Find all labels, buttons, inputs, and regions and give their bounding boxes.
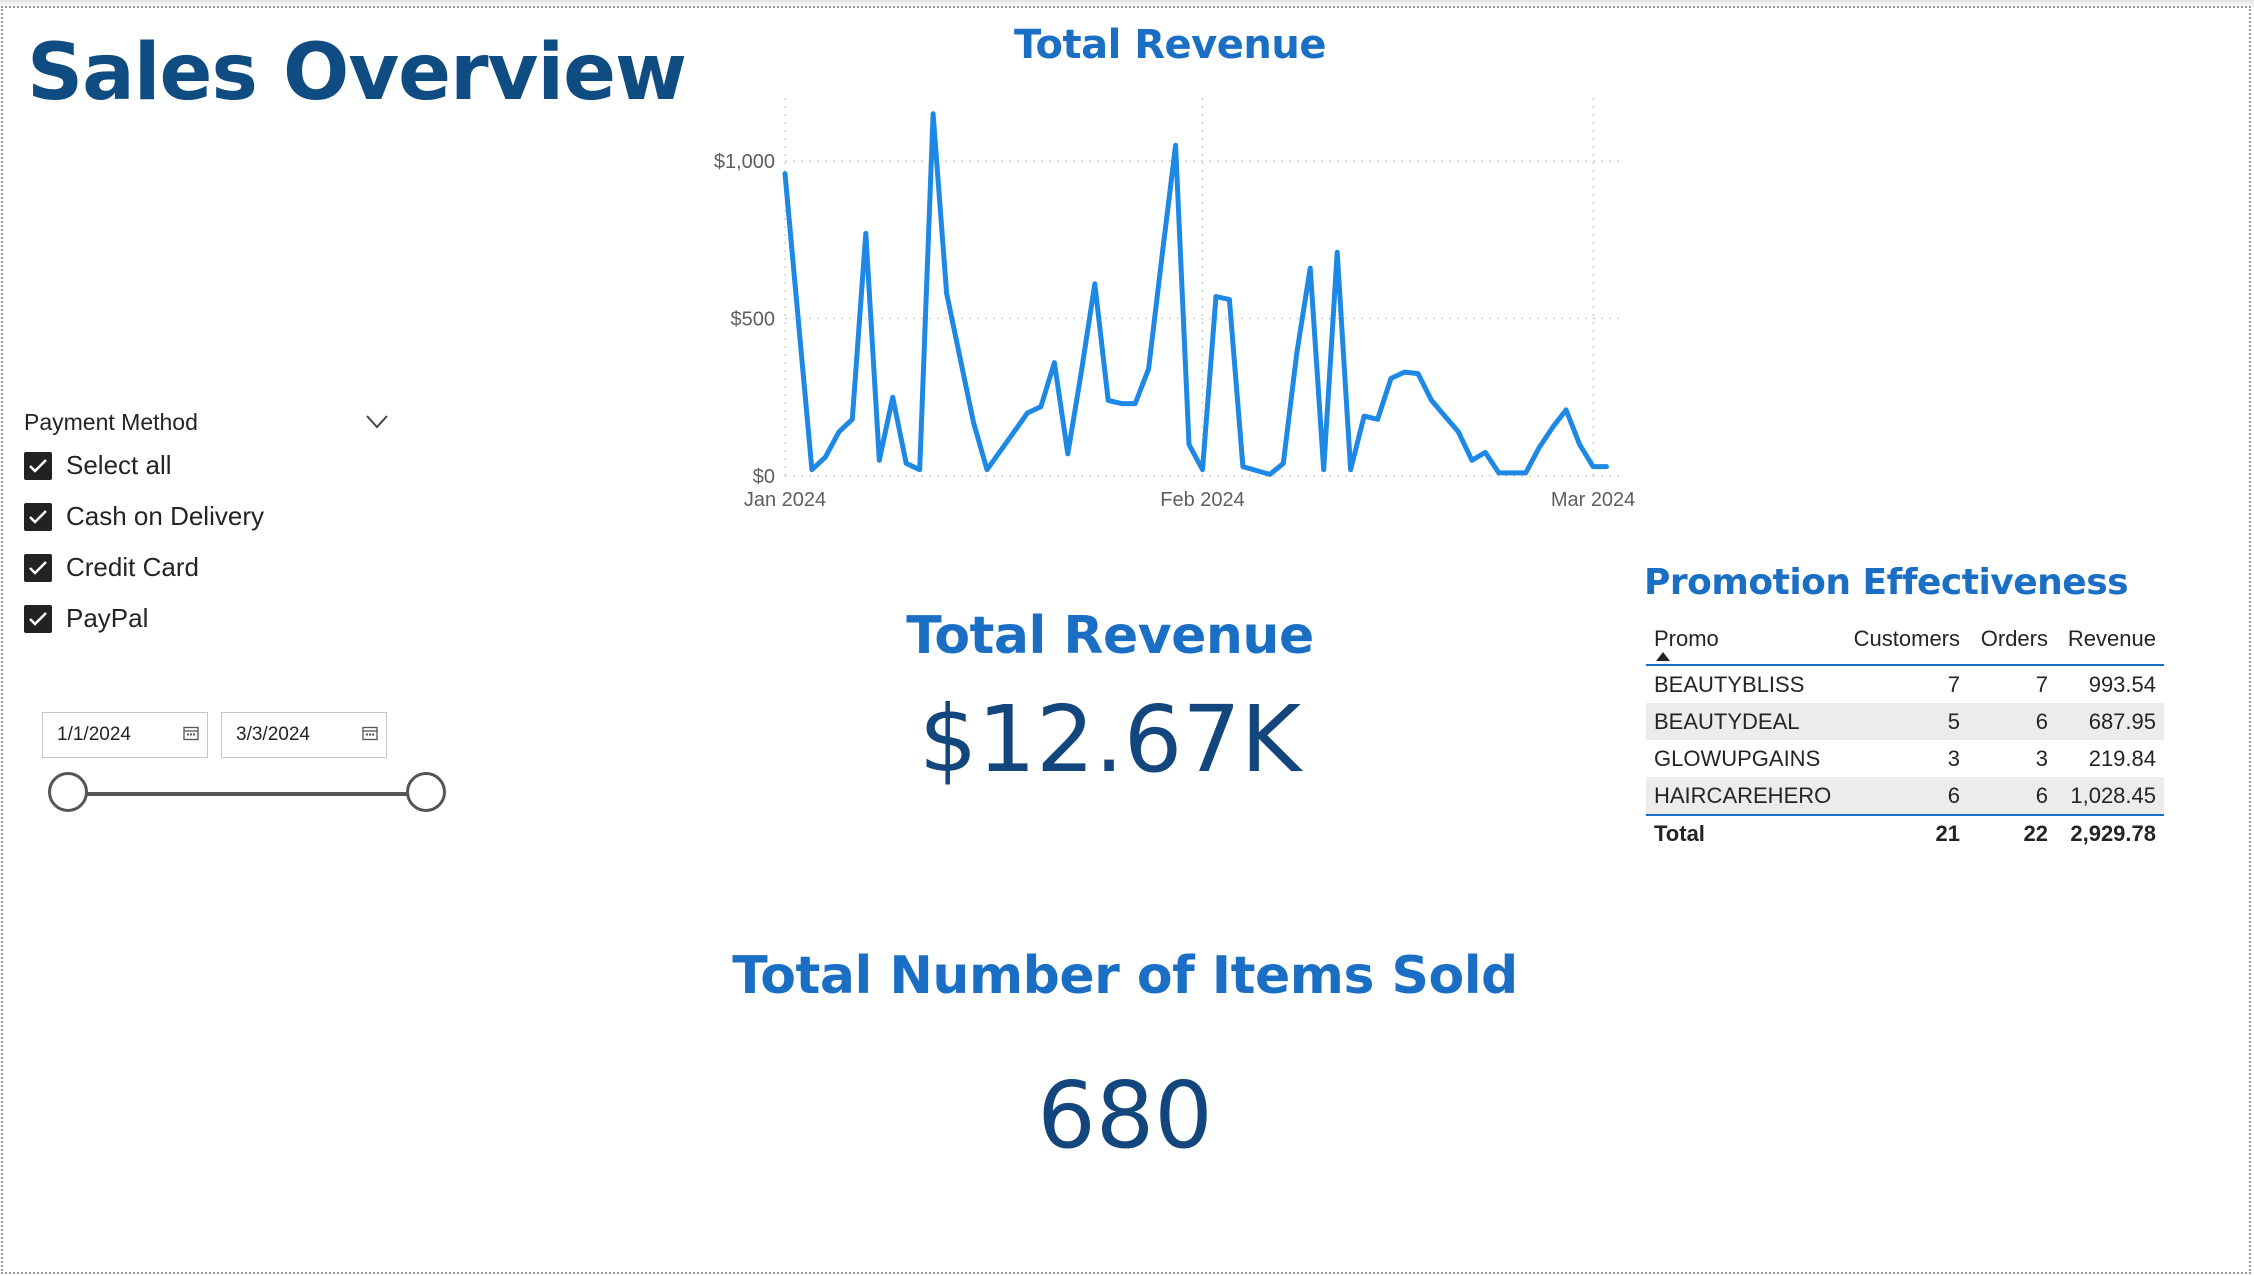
sort-ascending-icon[interactable] bbox=[1656, 652, 1670, 661]
column-header-customers[interactable]: Customers bbox=[1836, 620, 1968, 664]
calendar-icon[interactable] bbox=[362, 725, 378, 745]
cell-revenue: 1,028.45 bbox=[2070, 782, 2156, 808]
cell-promo: GLOWUPGAINS bbox=[1654, 745, 1821, 771]
cell-orders: 3 bbox=[2035, 745, 2048, 771]
page-title: Sales Overview bbox=[27, 28, 687, 118]
cell-customers: 5 bbox=[1947, 708, 1960, 734]
slicer-item-label: PayPal bbox=[66, 603, 149, 633]
y-tick-label: $500 bbox=[731, 309, 776, 331]
cell-revenue: 219.84 bbox=[2088, 745, 2156, 771]
y-tick-label: $0 bbox=[753, 466, 775, 488]
revenue-line-chart[interactable]: $0 $500 $1,000 Jan 2024 Feb 2024 Mar 2024 bbox=[660, 80, 1640, 520]
calendar-icon[interactable] bbox=[183, 725, 199, 745]
date-range-start-handle[interactable] bbox=[48, 772, 88, 812]
checkbox-checked-icon[interactable] bbox=[24, 604, 52, 633]
chevron-down-icon[interactable] bbox=[362, 407, 392, 437]
checkbox-checked-icon[interactable] bbox=[24, 553, 52, 582]
chart-title: Total Revenue bbox=[1014, 22, 1326, 68]
x-tick-label: Jan 2024 bbox=[744, 489, 826, 511]
cell-promo: BEAUTYDEAL bbox=[1654, 708, 1800, 734]
cell-orders: 6 bbox=[2035, 708, 2048, 734]
slicer-item-paypal[interactable]: PayPal bbox=[24, 593, 392, 644]
column-header-promo[interactable]: Promo bbox=[1646, 620, 1836, 664]
total-label: Total bbox=[1654, 821, 1705, 846]
table-row[interactable]: BEAUTYDEAL 5 6 687.95 bbox=[1646, 703, 2164, 740]
x-tick-label: Mar 2024 bbox=[1551, 489, 1636, 511]
table-header-row: Promo Customers Orders Revenue bbox=[1646, 620, 2164, 666]
slicer-title: Payment Method bbox=[24, 408, 198, 435]
table-row[interactable]: HAIRCAREHERO 6 6 1,028.45 bbox=[1646, 777, 2164, 814]
cell-promo: BEAUTYBLISS bbox=[1654, 671, 1805, 697]
column-header-revenue[interactable]: Revenue bbox=[2056, 620, 2164, 664]
y-tick-label: $1,000 bbox=[714, 151, 775, 173]
table-total-row: Total 21 22 2,929.78 bbox=[1646, 814, 2164, 852]
end-date-value: 3/3/2024 bbox=[236, 724, 310, 745]
revenue-card-label: Total Revenue bbox=[906, 606, 1314, 666]
start-date-value: 1/1/2024 bbox=[57, 724, 131, 745]
slicer-header[interactable]: Payment Method bbox=[24, 404, 392, 440]
cell-revenue: 993.54 bbox=[2088, 671, 2156, 697]
revenue-card-value: $12.67K bbox=[918, 686, 1302, 793]
checkbox-checked-icon[interactable] bbox=[24, 451, 52, 480]
slicer-item-label: Select all bbox=[66, 450, 172, 480]
revenue-series-line bbox=[782, 111, 1609, 477]
date-range-end-handle[interactable] bbox=[406, 772, 446, 812]
cell-orders: 6 bbox=[2035, 782, 2048, 808]
promotion-table: Promo Customers Orders Revenue BEAUTYBLI… bbox=[1646, 620, 2164, 852]
slicer-item-select-all[interactable]: Select all bbox=[24, 440, 392, 491]
total-revenue: 2,929.78 bbox=[2070, 821, 2156, 846]
payment-method-slicer: Payment Method Select all Cash on Delive… bbox=[24, 404, 392, 644]
cell-revenue: 687.95 bbox=[2088, 708, 2156, 734]
end-date-input[interactable]: 3/3/2024 bbox=[221, 712, 387, 758]
start-date-input[interactable]: 1/1/2024 bbox=[42, 712, 208, 758]
table-row[interactable]: GLOWUPGAINS 3 3 219.84 bbox=[1646, 740, 2164, 777]
table-title: Promotion Effectiveness bbox=[1644, 562, 2129, 603]
column-header-orders[interactable]: Orders bbox=[1968, 620, 2056, 664]
slicer-item-cash-on-delivery[interactable]: Cash on Delivery bbox=[24, 491, 392, 542]
slicer-item-credit-card[interactable]: Credit Card bbox=[24, 542, 392, 593]
cell-promo: HAIRCAREHERO bbox=[1654, 782, 1832, 808]
items-sold-card-value: 680 bbox=[1037, 1062, 1213, 1169]
cell-customers: 3 bbox=[1947, 745, 1960, 771]
checkbox-checked-icon[interactable] bbox=[24, 502, 52, 531]
slicer-item-label: Cash on Delivery bbox=[66, 501, 264, 531]
total-customers: 21 bbox=[1935, 821, 1960, 846]
slicer-item-label: Credit Card bbox=[66, 552, 199, 582]
total-orders: 22 bbox=[2023, 821, 2048, 846]
table-row[interactable]: BEAUTYBLISS 7 7 993.54 bbox=[1646, 666, 2164, 703]
items-sold-card-label: Total Number of Items Sold bbox=[732, 946, 1518, 1006]
cell-customers: 6 bbox=[1947, 782, 1960, 808]
cell-orders: 7 bbox=[2035, 671, 2048, 697]
x-tick-label: Feb 2024 bbox=[1160, 489, 1245, 511]
cell-customers: 7 bbox=[1947, 671, 1960, 697]
date-range-track[interactable] bbox=[68, 792, 426, 796]
